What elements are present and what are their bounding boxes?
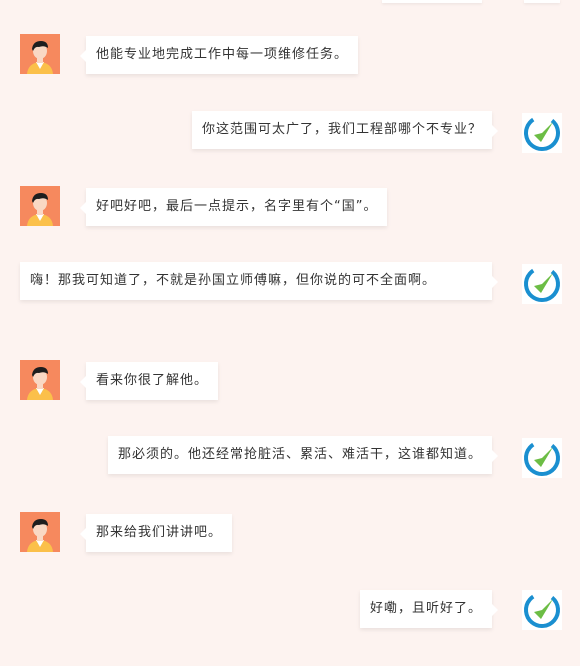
chat-bubble: 那必须的。他还经常抢脏活、累活、难活干，这谁都知道。 [107,436,499,474]
chat-bubble: 他能专业地完成工作中每一项维修任务。 [79,36,359,74]
message-text: 你这范围可太广了，我们工程部哪个不专业？ [201,122,482,137]
chat-bubble: 那来给我们讲讲吧。 [79,514,233,552]
message-text: 好吧好吧，最后一点提示，名字里有个“国”。 [96,199,378,214]
message-text: 那来给我们讲讲吧。 [96,525,223,540]
company-logo [522,438,562,478]
previous-avatar-edge-right [524,0,560,3]
chat-bubble: 你这范围可太广了，我们工程部哪个不专业？ [191,111,499,149]
chat-bubble: 嗨！那我可知道了，不就是孙国立师傅嘛，但你说的可不全面啊。 [20,262,498,300]
person-avatar [20,360,60,400]
message-text: 看来你很了解他。 [96,373,209,388]
person-avatar [20,512,60,552]
message-text: 好嘞，且听好了。 [369,601,482,616]
chat-bubble: 好吧好吧，最后一点提示，名字里有个“国”。 [79,188,388,226]
message-text: 那必须的。他还经常抢脏活、累活、难活干，这谁都知道。 [117,447,482,462]
chat-bubble: 看来你很了解他。 [79,362,219,400]
previous-bubble-edge-left [382,0,482,3]
message-text: 嗨！那我可知道了，不就是孙国立师傅嘛，但你说的可不全面啊。 [30,273,437,288]
person-avatar [20,34,60,74]
message-text: 他能专业地完成工作中每一项维修任务。 [96,47,349,62]
company-logo [522,590,562,630]
previous-message-edge [0,0,580,6]
person-avatar [20,186,60,226]
chat-bubble: 好嘞，且听好了。 [359,590,499,628]
company-logo [522,113,562,153]
company-logo [522,264,562,304]
